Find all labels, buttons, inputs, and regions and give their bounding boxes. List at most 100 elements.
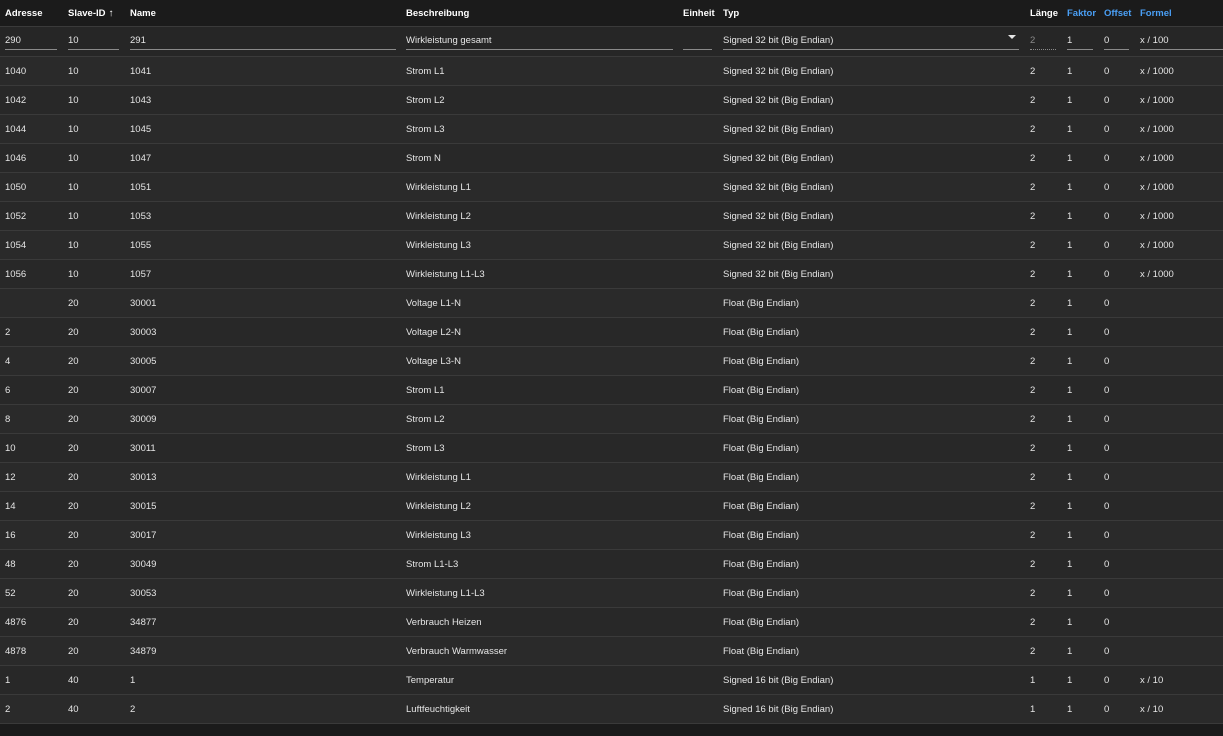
cell-typ: Signed 16 bit (Big Endian) <box>723 703 834 715</box>
cell-beschreibung: Wirkleistung L3 <box>406 529 471 541</box>
cell-typ: Signed 32 bit (Big Endian) <box>723 65 834 77</box>
header-laenge[interactable]: Länge <box>1030 0 1058 26</box>
header-name[interactable]: Name <box>130 0 156 26</box>
cell-formel: x / 1000 <box>1140 123 1174 135</box>
table-row[interactable]: 48 20 30049 Strom L1-L3 Float (Big Endian) 2 1… <box>0 550 1223 579</box>
table-row[interactable]: 1042 10 1043 Strom L2 Signed 32 bit (Big End… <box>0 86 1223 115</box>
edit-row <box>0 27 1223 57</box>
cell-typ: Signed 32 bit (Big Endian) <box>723 210 834 222</box>
header-beschreibung-label: Beschreibung <box>406 7 470 19</box>
header-faktor[interactable]: Faktor <box>1067 0 1096 26</box>
header-formel-label: Formel <box>1140 7 1172 19</box>
table-row[interactable]: 4878 20 34879 Verbrauch Warmwasser Float (Bi… <box>0 637 1223 666</box>
cell-laenge: 2 <box>1030 123 1036 135</box>
cell-adresse: 1054 <box>5 239 27 251</box>
header-adresse-label: Adresse <box>5 7 43 19</box>
cell-slave-id: 20 <box>68 587 79 599</box>
table-row[interactable]: 2 40 2 Luftfeuchtigkeit Signed 16 bit (Big E… <box>0 695 1223 724</box>
einheit-input[interactable] <box>683 32 712 50</box>
offset-input[interactable] <box>1104 32 1129 50</box>
table-row[interactable]: 1046 10 1047 Strom N Signed 32 bit (Big Endi… <box>0 144 1223 173</box>
cell-faktor: 1 <box>1067 210 1073 222</box>
table-row[interactable]: 1040 10 1041 Strom L1 Signed 32 bit (Big End… <box>0 57 1223 86</box>
cell-beschreibung: Voltage L3-N <box>406 355 461 367</box>
cell-offset: 0 <box>1104 645 1110 657</box>
table-row[interactable]: 52 20 30053 Wirkleistung L1-L3 Float (Big En… <box>0 579 1223 608</box>
cell-formel: x / 1000 <box>1140 239 1174 251</box>
cell-adresse: 1056 <box>5 268 27 280</box>
header-offset[interactable]: Offset <box>1104 0 1131 26</box>
cell-slave-id: 10 <box>68 152 79 164</box>
table-row[interactable]: 1 40 1 Temperatur Signed 16 bit (Big Endian)… <box>0 666 1223 695</box>
cell-laenge: 2 <box>1030 616 1036 628</box>
cell-typ: Float (Big Endian) <box>723 384 800 396</box>
cell-offset: 0 <box>1104 674 1110 686</box>
header-typ[interactable]: Typ <box>723 0 739 26</box>
slave-id-input[interactable] <box>68 32 119 50</box>
header-formel[interactable]: Formel <box>1140 0 1172 26</box>
cell-offset: 0 <box>1104 65 1110 77</box>
table-row[interactable]: 20 30001 Voltage L1-N Float (Big Endian) 2 1 0 <box>0 289 1223 318</box>
table-row[interactable]: 2 20 30003 Voltage L2-N Float (Big Endian) 2 1… <box>0 318 1223 347</box>
cell-beschreibung: Voltage L1-N <box>406 297 461 309</box>
cell-laenge: 2 <box>1030 529 1036 541</box>
cell-laenge: 2 <box>1030 152 1036 164</box>
table-row[interactable]: 16 20 30017 Wirkleistung L3 Float (Big Endia… <box>0 521 1223 550</box>
cell-laenge: 2 <box>1030 239 1036 251</box>
table-row[interactable]: 14 20 30015 Wirkleistung L2 Float (Big Endia… <box>0 492 1223 521</box>
cell-faktor: 1 <box>1067 471 1073 483</box>
table-row[interactable]: 1052 10 1053 Wirkleistung L2 Signed 32 bit (… <box>0 202 1223 231</box>
cell-name: 30011 <box>130 442 156 454</box>
table-row[interactable]: 1044 10 1045 Strom L3 Signed 32 bit (Big End… <box>0 115 1223 144</box>
cell-slave-id: 40 <box>68 674 79 686</box>
table-row[interactable]: 12 20 30013 Wirkleistung L1 Float (Big Endia… <box>0 463 1223 492</box>
typ-select[interactable] <box>723 32 1019 50</box>
cell-beschreibung: Strom L1-L3 <box>406 558 459 570</box>
cell-faktor: 1 <box>1067 239 1073 251</box>
formel-input[interactable] <box>1140 32 1223 50</box>
header-laenge-label: Länge <box>1030 7 1058 19</box>
cell-offset: 0 <box>1104 529 1110 541</box>
header-einheit[interactable]: Einheit <box>683 0 715 26</box>
cell-name: 30003 <box>130 326 157 338</box>
header-slave-id[interactable]: Slave-ID ↑ <box>68 0 114 26</box>
faktor-input[interactable] <box>1067 32 1093 50</box>
cell-beschreibung: Wirkleistung L3 <box>406 239 471 251</box>
cell-faktor: 1 <box>1067 442 1073 454</box>
cell-offset: 0 <box>1104 94 1110 106</box>
name-input[interactable] <box>130 32 396 50</box>
table-row[interactable]: 8 20 30009 Strom L2 Float (Big Endian) 2 1 0 <box>0 405 1223 434</box>
header-beschreibung[interactable]: Beschreibung <box>406 0 469 26</box>
table-row[interactable]: 10 20 30011 Strom L3 Float (Big Endian) 2 1 0 <box>0 434 1223 463</box>
sort-ascending-icon[interactable]: ↑ <box>109 8 114 19</box>
dropdown-caret-icon[interactable] <box>1008 35 1016 39</box>
cell-typ: Float (Big Endian) <box>723 529 800 541</box>
table-row[interactable]: 1050 10 1051 Wirkleistung L1 Signed 32 bit (… <box>0 173 1223 202</box>
beschreibung-input[interactable] <box>406 32 673 50</box>
cell-laenge: 2 <box>1030 326 1036 338</box>
cell-beschreibung: Wirkleistung L1 <box>406 471 471 483</box>
cell-adresse: 1044 <box>5 123 27 135</box>
cell-faktor: 1 <box>1067 94 1073 106</box>
table-row[interactable]: 1056 10 1057 Wirkleistung L1-L3 Signed 32 bi… <box>0 260 1223 289</box>
cell-typ: Signed 32 bit (Big Endian) <box>723 123 834 135</box>
cell-slave-id: 20 <box>68 529 79 541</box>
header-adresse[interactable]: Adresse <box>5 0 43 26</box>
cell-name: 1055 <box>130 239 152 251</box>
cell-offset: 0 <box>1104 355 1110 367</box>
cell-beschreibung: Wirkleistung L1-L3 <box>406 268 485 280</box>
cell-adresse: 4878 <box>5 645 27 657</box>
cell-formel: x / 1000 <box>1140 152 1174 164</box>
table-row[interactable]: 4 20 30005 Voltage L3-N Float (Big Endian) 2 1… <box>0 347 1223 376</box>
cell-faktor: 1 <box>1067 587 1073 599</box>
cell-name: 1 <box>130 674 136 686</box>
adresse-input[interactable] <box>5 32 57 50</box>
cell-adresse: 1052 <box>5 210 27 222</box>
cell-beschreibung: Temperatur <box>406 674 455 686</box>
cell-slave-id: 20 <box>68 355 79 367</box>
table-row[interactable]: 6 20 30007 Strom L1 Float (Big Endian) 2 1 0 <box>0 376 1223 405</box>
cell-laenge: 2 <box>1030 94 1036 106</box>
table-row[interactable]: 4876 20 34877 Verbrauch Heizen Float (Big En… <box>0 608 1223 637</box>
cell-name: 1051 <box>130 181 152 193</box>
table-row[interactable]: 1054 10 1055 Wirkleistung L3 Signed 32 bit (… <box>0 231 1223 260</box>
